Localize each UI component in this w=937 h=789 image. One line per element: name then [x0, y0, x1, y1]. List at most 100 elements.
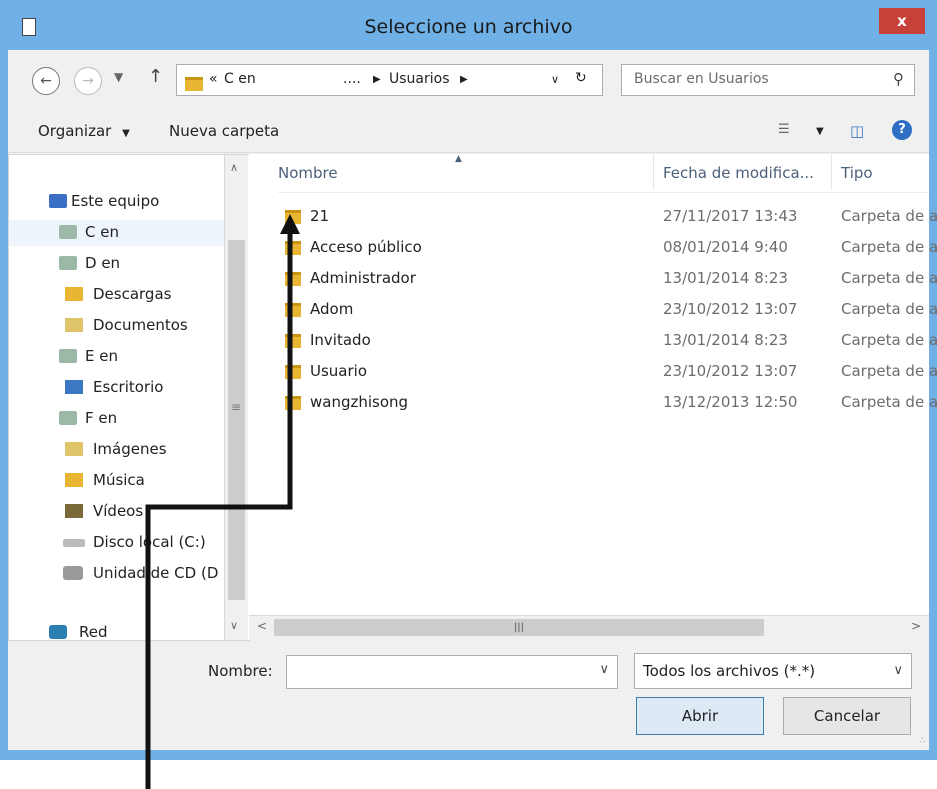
column-header-type[interactable]: Tipo: [841, 164, 873, 182]
scroll-down-icon[interactable]: ∨: [230, 619, 238, 632]
cancel-button[interactable]: Cancelar: [783, 697, 911, 735]
sidebar-item-label: Red: [79, 623, 108, 641]
sidebar-item-documentos[interactable]: Documentos: [9, 313, 229, 339]
back-arrow-icon[interactable]: ←: [32, 67, 60, 95]
breadcrumb-separator-icon[interactable]: ▶: [460, 74, 468, 85]
file-row[interactable]: wangzhisong 13/12/2013 12:50 Carpeta de …: [249, 388, 937, 419]
sidebar-item-unidad-cd[interactable]: Unidad de CD (D: [9, 561, 229, 587]
videos-icon: [65, 504, 83, 518]
sidebar-item-disco-local[interactable]: Disco local (C:): [9, 530, 229, 556]
file-row[interactable]: Acceso público 08/01/2014 9:40 Carpeta d…: [249, 233, 937, 264]
folder-icon: [285, 303, 301, 317]
network-drive-icon: [59, 411, 77, 425]
search-icon[interactable]: ⚲: [893, 70, 904, 88]
new-folder-button[interactable]: Nueva carpeta: [169, 122, 279, 140]
scrollbar-thumb[interactable]: |||: [274, 619, 764, 636]
file-list[interactable]: Nombre ▲ Fecha de modifica... Tipo 21 27…: [249, 154, 937, 640]
network-icon: [49, 625, 67, 639]
title-bar[interactable]: Seleccione un archivo x: [0, 0, 937, 50]
horizontal-scrollbar[interactable]: < ||| >: [249, 615, 929, 640]
sidebar-item-imagenes[interactable]: Imágenes: [9, 437, 229, 463]
network-drive-icon: [59, 225, 77, 239]
file-name: Usuario: [310, 362, 368, 380]
file-row[interactable]: Invitado 13/01/2014 8:23 Carpeta de a: [249, 326, 937, 357]
breadcrumb-drive[interactable]: C en: [224, 71, 256, 87]
chevron-down-icon[interactable]: ∨: [599, 662, 609, 677]
sort-ascending-icon: ▲: [455, 154, 462, 164]
sidebar-item-f-en[interactable]: F en: [9, 406, 229, 432]
file-type: Carpeta de a: [841, 269, 937, 287]
folder-icon: [285, 272, 301, 286]
sidebar-item-e-en[interactable]: E en: [9, 344, 229, 370]
organize-button[interactable]: Organizar ▼: [38, 122, 130, 140]
music-icon: [65, 473, 83, 487]
sidebar-item-este-equipo[interactable]: Este equipo: [9, 189, 229, 215]
search-input[interactable]: Buscar en Usuarios: [634, 71, 769, 87]
file-row[interactable]: Usuario 23/10/2012 13:07 Carpeta de a: [249, 357, 937, 388]
file-row[interactable]: 21 27/11/2017 13:43 Carpeta de a: [249, 202, 937, 233]
pictures-icon: [65, 442, 83, 456]
folder-icon: [285, 396, 301, 410]
chevron-down-icon[interactable]: ▼: [816, 126, 824, 137]
navigation-pane[interactable]: Este equipo C en D en Descargas Document…: [8, 154, 250, 641]
documents-icon: [65, 318, 83, 332]
sidebar-item-label: Disco local (C:): [93, 533, 206, 551]
recent-locations-chevron-icon[interactable]: ▼: [114, 70, 123, 84]
file-type: Carpeta de a: [841, 300, 937, 318]
sidebar-item-videos[interactable]: Vídeos: [9, 499, 229, 525]
cd-drive-icon: [63, 566, 83, 580]
scroll-left-icon[interactable]: <: [257, 619, 267, 633]
close-button[interactable]: x: [879, 8, 925, 34]
forward-arrow-icon[interactable]: →: [74, 67, 102, 95]
sidebar-item-escritorio[interactable]: Escritorio: [9, 375, 229, 401]
resize-grip-icon[interactable]: ∴: [919, 736, 925, 746]
file-type-filter[interactable]: Todos los archivos (*.*) ∨: [634, 653, 912, 689]
view-options-icon[interactable]: ☰: [778, 122, 790, 137]
chevron-down-icon[interactable]: ∨: [893, 663, 903, 678]
scroll-right-icon[interactable]: >: [911, 619, 921, 633]
chevron-down-icon: ▼: [122, 128, 130, 139]
scroll-up-icon[interactable]: ∧: [230, 161, 238, 174]
computer-icon: [49, 194, 67, 208]
preview-pane-icon[interactable]: ◫: [850, 122, 864, 140]
up-arrow-icon[interactable]: ↑: [148, 66, 163, 87]
file-name: 21: [310, 207, 330, 225]
sidebar-item-descargas[interactable]: Descargas: [9, 282, 229, 308]
sidebar-item-c-en[interactable]: C en: [9, 220, 229, 246]
sidebar-item-label: D en: [85, 254, 121, 272]
column-header-name[interactable]: Nombre: [278, 164, 338, 182]
file-row[interactable]: Adom 23/10/2012 13:07 Carpeta de a: [249, 295, 937, 326]
sidebar-item-d-en[interactable]: D en: [9, 251, 229, 277]
filename-field[interactable]: ∨: [286, 655, 618, 689]
downloads-icon: [65, 287, 83, 301]
sidebar-item-red[interactable]: Red: [9, 620, 229, 641]
help-icon[interactable]: ?: [892, 120, 912, 140]
file-date: 13/01/2014 8:23: [663, 269, 788, 287]
address-dropdown-icon[interactable]: ∨: [551, 73, 559, 86]
search-box[interactable]: Buscar en Usuarios ⚲: [621, 64, 915, 96]
address-bar[interactable]: « C en .... ▶ Usuarios ▶ ∨ ↻: [176, 64, 603, 96]
breadcrumb-folder[interactable]: Usuarios: [389, 71, 450, 87]
column-divider[interactable]: [831, 154, 832, 190]
desktop-icon: [65, 380, 83, 394]
network-drive-icon: [59, 256, 77, 270]
file-row[interactable]: Administrador 13/01/2014 8:23 Carpeta de…: [249, 264, 937, 295]
file-type-filter-value: Todos los archivos (*.*): [643, 662, 816, 680]
hard-disk-icon: [63, 539, 85, 547]
sidebar-scrollbar[interactable]: ∧ ≡ ∨: [224, 155, 248, 640]
refresh-icon[interactable]: ↻: [575, 70, 587, 86]
open-button[interactable]: Abrir: [636, 697, 764, 735]
column-divider[interactable]: [653, 154, 654, 190]
scrollbar-thumb[interactable]: ≡: [228, 240, 245, 600]
sidebar-item-label: Unidad de CD (D: [93, 564, 219, 582]
organize-label: Organizar: [38, 122, 112, 140]
column-header-date[interactable]: Fecha de modifica...: [663, 164, 814, 182]
breadcrumb-separator-icon[interactable]: ▶: [373, 74, 381, 85]
grip-icon: ≡: [231, 400, 242, 414]
sidebar-item-musica[interactable]: Música: [9, 468, 229, 494]
breadcrumb-ellipsis[interactable]: ....: [343, 71, 361, 87]
sidebar-item-label: Vídeos: [93, 502, 144, 520]
sidebar-item-label: F en: [85, 409, 118, 427]
sidebar-item-label: Descargas: [93, 285, 172, 303]
folder-icon: [285, 365, 301, 379]
